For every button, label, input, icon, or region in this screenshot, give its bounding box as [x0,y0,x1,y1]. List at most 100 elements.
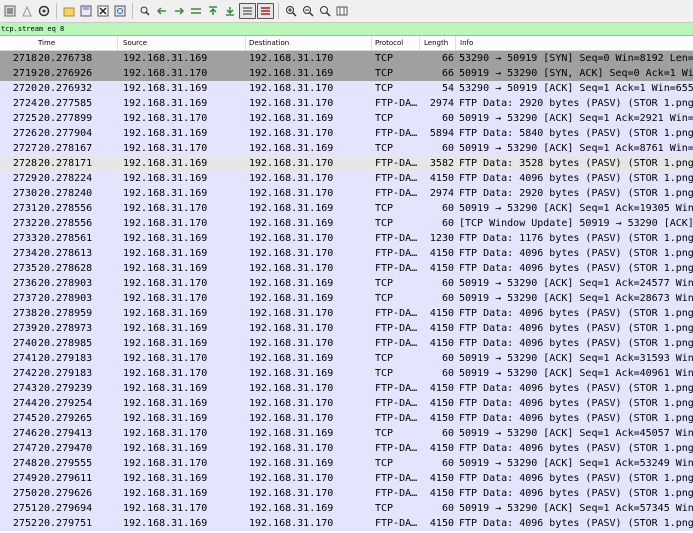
packet-row[interactable]: 2728 20.278171 192.168.31.169 192.168.31.17… [0,156,693,171]
column-divider[interactable] [455,36,456,50]
display-filter-input[interactable] [0,23,693,35]
colorize-icon[interactable] [257,3,274,19]
column-header-length[interactable]: Length [424,39,448,47]
packet-row[interactable]: 2743 20.279239 192.168.31.169 192.168.31.17… [0,381,693,396]
column-divider[interactable] [117,36,118,50]
resize-columns-icon[interactable] [334,3,350,19]
column-header-source[interactable]: Source [123,39,147,47]
packet-row[interactable]: 2725 20.277899 192.168.31.170 192.168.31.16… [0,111,693,126]
packet-length: 60 [441,368,454,379]
packet-row[interactable]: 2732 20.278556 192.168.31.170 192.168.31.16… [0,216,693,231]
packet-row[interactable]: 2724 20.277585 192.168.31.169 192.168.31.17… [0,96,693,111]
packet-row[interactable]: 2740 20.278985 192.168.31.169 192.168.31.17… [0,336,693,351]
column-header-destination[interactable]: Destination [249,39,289,47]
packet-row[interactable]: 2747 20.279470 192.168.31.169 192.168.31.17… [0,441,693,456]
packet-protocol: FTP-DA… [375,233,418,244]
autoscroll-icon[interactable] [239,3,256,19]
packet-row[interactable]: 2734 20.278613 192.168.31.169 192.168.31.17… [0,246,693,261]
packet-time: 20.279413 [38,428,93,439]
zoom-normal-icon[interactable] [317,3,333,19]
packet-length: 66 [441,68,454,79]
packet-row[interactable]: 2752 20.279751 192.168.31.169 192.168.31.17… [0,516,693,531]
packet-length: 4150 [429,443,454,454]
packet-row[interactable]: 2720 20.276932 192.168.31.169 192.168.31.17… [0,81,693,96]
packet-row[interactable]: 2741 20.279183 192.168.31.170 192.168.31.16… [0,351,693,366]
packet-length: 60 [441,203,454,214]
packet-row[interactable]: 2726 20.277904 192.168.31.169 192.168.31.17… [0,126,693,141]
packet-info: FTP Data: 1176 bytes (PASV) (STOR 1.png [459,233,693,244]
packet-row[interactable]: 2736 20.278903 192.168.31.170 192.168.31.16… [0,276,693,291]
packet-number: 2739 [12,323,37,334]
packet-row[interactable]: 2718 20.276738 192.168.31.169 192.168.31.17… [0,51,693,66]
packet-protocol: FTP-DA… [375,338,418,349]
column-header-info[interactable]: Info [460,39,473,47]
packet-row[interactable]: 2746 20.279413 192.168.31.170 192.168.31.16… [0,426,693,441]
packet-number: 2750 [12,488,37,499]
packet-row[interactable]: 2739 20.278973 192.168.31.169 192.168.31.17… [0,321,693,336]
main-toolbar [0,0,693,23]
packet-length: 60 [441,503,454,514]
gear-icon[interactable] [36,3,52,19]
packet-row[interactable]: 2748 20.279555 192.168.31.170 192.168.31.16… [0,456,693,471]
packet-destination: 192.168.31.170 [249,158,334,169]
packet-length: 2974 [429,188,454,199]
packet-info: 50919 → 53290 [ACK] Seq=1 Ack=2921 Win= [459,113,693,124]
column-header-time[interactable]: Time [38,39,55,47]
toolbar-separator [56,3,57,19]
packet-info: [TCP Window Update] 50919 → 53290 [ACK] [459,218,693,229]
packet-row[interactable]: 2751 20.279694 192.168.31.170 192.168.31.16… [0,501,693,516]
forward-icon[interactable] [171,3,187,19]
packet-length: 60 [441,113,454,124]
packet-row[interactable]: 2750 20.279626 192.168.31.169 192.168.31.17… [0,486,693,501]
packet-number: 2725 [12,113,37,124]
reload-icon[interactable] [112,3,128,19]
find-icon[interactable] [137,3,153,19]
column-divider[interactable] [419,36,420,50]
packet-row[interactable]: 2745 20.279265 192.168.31.169 192.168.31.17… [0,411,693,426]
packet-row[interactable]: 2749 20.279611 192.168.31.169 192.168.31.17… [0,471,693,486]
packet-row[interactable]: 2733 20.278561 192.168.31.169 192.168.31.17… [0,231,693,246]
zoom-out-icon[interactable] [300,3,316,19]
packet-row[interactable]: 2731 20.278556 192.168.31.170 192.168.31.16… [0,201,693,216]
packet-destination: 192.168.31.169 [249,368,334,379]
save-file-icon[interactable] [78,3,94,19]
close-file-icon[interactable] [95,3,111,19]
packet-row[interactable]: 2744 20.279254 192.168.31.169 192.168.31.17… [0,396,693,411]
packet-row[interactable]: 2727 20.278167 192.168.31.170 192.168.31.16… [0,141,693,156]
packet-source: 192.168.31.170 [123,203,208,214]
packet-time: 20.279239 [38,383,93,394]
list-icon[interactable] [2,3,18,19]
back-icon[interactable] [154,3,170,19]
packet-row[interactable]: 2738 20.278959 192.168.31.169 192.168.31.17… [0,306,693,321]
packet-row[interactable]: 2742 20.279183 192.168.31.170 192.168.31.16… [0,366,693,381]
packet-protocol: FTP-DA… [375,308,418,319]
packet-number: 2718 [12,53,37,64]
packet-source: 192.168.31.170 [123,293,208,304]
packet-time: 20.279265 [38,413,93,424]
column-divider[interactable] [371,36,372,50]
packet-row[interactable]: 2729 20.278224 192.168.31.169 192.168.31.17… [0,171,693,186]
packet-row[interactable]: 2737 20.278903 192.168.31.170 192.168.31.16… [0,291,693,306]
packet-info: FTP Data: 4096 bytes (PASV) (STOR 1.png [459,308,693,319]
go-to-packet-icon[interactable] [188,3,204,19]
packet-destination: 192.168.31.170 [249,398,334,409]
packet-row[interactable]: 2730 20.278240 192.168.31.169 192.168.31.17… [0,186,693,201]
shark-fin-icon[interactable] [19,3,35,19]
packet-number: 2744 [12,398,37,409]
packet-destination: 192.168.31.170 [249,413,334,424]
packet-length: 5894 [429,128,454,139]
packet-destination: 192.168.31.169 [249,458,334,469]
packet-destination: 192.168.31.170 [249,128,334,139]
packet-destination: 192.168.31.169 [249,68,334,79]
open-file-icon[interactable] [61,3,77,19]
packet-time: 20.278903 [38,293,93,304]
packet-row[interactable]: 2719 20.276926 192.168.31.170 192.168.31.16… [0,66,693,81]
zoom-in-icon[interactable] [283,3,299,19]
column-divider[interactable] [245,36,246,50]
packet-row[interactable]: 2735 20.278628 192.168.31.169 192.168.31.17… [0,261,693,276]
packet-protocol: TCP [375,218,394,229]
go-first-icon[interactable] [205,3,221,19]
column-header-protocol[interactable]: Protocol [375,39,403,47]
go-last-icon[interactable] [222,3,238,19]
packet-length: 4150 [429,308,454,319]
